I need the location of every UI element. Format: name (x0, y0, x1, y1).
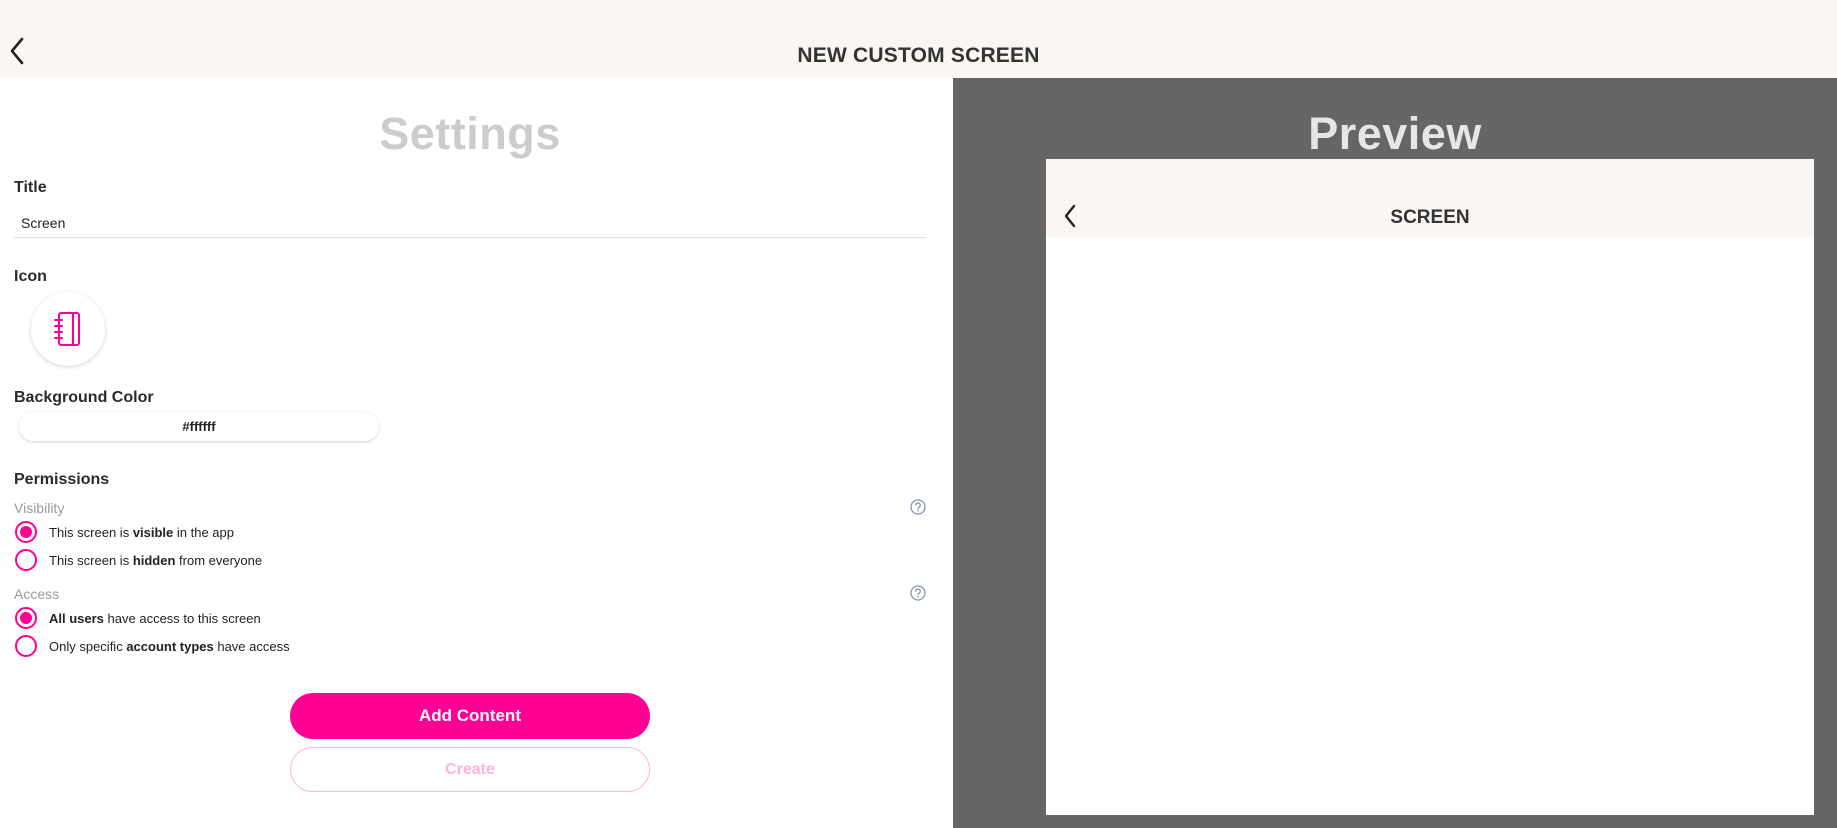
radio-selected[interactable] (15, 607, 37, 629)
access-option-account-types[interactable]: Only specific account types have access (15, 635, 290, 657)
visibility-option-visible[interactable]: This screen is visible in the app (15, 521, 234, 543)
visibility-option-hidden[interactable]: This screen is hidden from everyone (15, 549, 262, 571)
add-content-button[interactable]: Add Content (290, 693, 650, 739)
page-title: NEW CUSTOM SCREEN (797, 44, 1040, 67)
radio-unselected[interactable] (15, 549, 37, 571)
title-label: Title (14, 179, 47, 196)
help-icon[interactable] (910, 499, 926, 515)
title-input[interactable] (14, 208, 926, 238)
preview-header: SCREEN (1046, 159, 1814, 237)
notebook-icon (54, 312, 80, 346)
icon-picker-button[interactable] (31, 292, 105, 366)
create-button[interactable]: Create (290, 747, 650, 792)
preview-device: SCREEN (1046, 159, 1814, 815)
icon-label: Icon (14, 268, 47, 285)
permissions-label: Permissions (14, 471, 110, 488)
settings-panel: Settings Title Icon Background Color #ff… (0, 78, 953, 828)
help-icon[interactable] (910, 585, 926, 601)
radio-unselected[interactable] (15, 635, 37, 657)
preview-panel: Preview SCREEN (953, 78, 1837, 828)
visibility-label: Visibility (14, 500, 65, 516)
preview-heading: Preview (1308, 108, 1482, 159)
radio-selected[interactable] (15, 521, 37, 543)
preview-screen-title: SCREEN (1390, 207, 1470, 228)
top-bar: NEW CUSTOM SCREEN (0, 0, 1837, 78)
access-option-all-users[interactable]: All users have access to this screen (15, 607, 261, 629)
background-color-field[interactable]: #ffffff (19, 412, 379, 441)
settings-heading: Settings (379, 108, 561, 159)
background-color-label: Background Color (14, 389, 154, 406)
access-label: Access (14, 586, 60, 602)
